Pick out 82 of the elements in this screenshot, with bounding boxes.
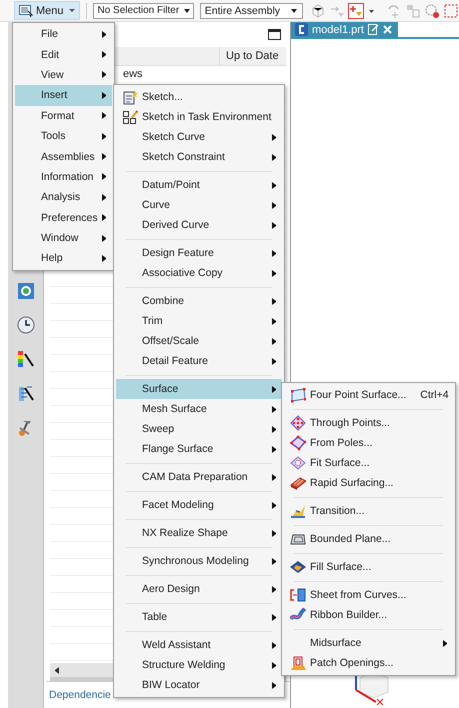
- menu-item[interactable]: Format: [15, 106, 112, 126]
- menu-item[interactable]: Design Feature: [116, 243, 282, 263]
- menu-item[interactable]: Structure Welding: [116, 655, 282, 675]
- menu-item[interactable]: Synchronous Modeling: [116, 551, 282, 571]
- maximize-icon[interactable]: [268, 29, 281, 40]
- menu-item[interactable]: Sweep: [116, 419, 282, 439]
- menu-list-icon: [19, 4, 33, 16]
- menu-item[interactable]: Mesh Surface: [116, 399, 282, 419]
- fill-surface-icon: [290, 559, 306, 575]
- selection-filter-dropdown[interactable]: No Selection Filter: [92, 2, 194, 18]
- caret-icon: [68, 9, 75, 12]
- menu-item[interactable]: NX Realize Shape: [116, 523, 282, 543]
- scroll-left-icon[interactable]: [55, 666, 59, 674]
- menu-item[interactable]: Datum/Point: [116, 175, 282, 195]
- spectrum-wand-icon[interactable]: [16, 350, 34, 368]
- menu-item[interactable]: Table: [116, 607, 282, 627]
- ribbon-icon: [290, 607, 306, 623]
- patch-icon: [290, 655, 306, 671]
- document-tab[interactable]: model1.prt: [291, 22, 398, 37]
- menu-item[interactable]: CAM Data Preparation: [116, 467, 282, 487]
- menu-item[interactable]: Assemblies: [15, 146, 112, 167]
- fit-surface-icon: [290, 455, 306, 471]
- bracket-sheet-icon: [290, 587, 306, 603]
- layers-wand-icon[interactable]: [16, 384, 34, 402]
- transition-surface-icon: [290, 503, 306, 519]
- menu-item[interactable]: Rapid Surfacing...: [284, 473, 453, 493]
- menu-item[interactable]: Fill Surface...: [284, 557, 453, 577]
- menu-item[interactable]: Fit Surface...: [284, 453, 453, 473]
- menu-item[interactable]: Aero Design: [116, 579, 282, 599]
- document-edit-icon[interactable]: [368, 24, 379, 35]
- menu-item[interactable]: Bounded Plane...: [284, 529, 453, 549]
- grid-pencil-icon: [122, 109, 138, 125]
- brick-surface-icon: [290, 475, 306, 491]
- menu-item[interactable]: BIW Locator: [116, 675, 282, 695]
- menu-item[interactable]: Facet Modeling: [116, 495, 282, 515]
- menu-button[interactable]: Menu: [14, 1, 80, 20]
- menu-item[interactable]: Sketch...: [116, 87, 282, 107]
- menu-item[interactable]: Curve: [116, 195, 282, 215]
- cube-stack-icon[interactable]: [310, 2, 326, 18]
- quad-patch-icon: [290, 387, 306, 403]
- menu-item[interactable]: Through Points...: [284, 413, 453, 433]
- close-icon[interactable]: [382, 25, 392, 34]
- menu-item[interactable]: Offset/Scale: [116, 331, 282, 351]
- menu-item[interactable]: Analysis: [15, 187, 112, 208]
- menu-item[interactable]: Trim: [116, 311, 282, 331]
- menu-item[interactable]: Sheet from Curves...: [284, 585, 453, 605]
- part-navigator-icon[interactable]: [16, 282, 34, 300]
- menu-item[interactable]: View: [15, 64, 112, 86]
- assembly-scope-dropdown[interactable]: Entire Assembly: [200, 2, 303, 18]
- snap-point-icon[interactable]: [348, 2, 364, 18]
- menu-item[interactable]: Window: [15, 228, 112, 248]
- menu-item[interactable]: Tools: [15, 126, 112, 146]
- target-circle-icon[interactable]: [424, 2, 440, 18]
- menu-item[interactable]: Sketch Constraint: [116, 147, 282, 167]
- menu-item[interactable]: Insert: [15, 85, 112, 106]
- menu-item[interactable]: Sketch in Task Environment: [116, 107, 282, 127]
- menu-item[interactable]: Surface: [116, 379, 282, 399]
- panel-tab[interactable]: Dependencie: [49, 689, 111, 701]
- menu-item[interactable]: Edit: [15, 44, 112, 65]
- menu-item[interactable]: Derived Curve: [116, 215, 282, 235]
- menu-item[interactable]: Combine: [116, 291, 282, 311]
- menu-item[interactable]: From Poles...: [284, 433, 453, 453]
- menu-item[interactable]: Weld Assistant: [116, 635, 282, 655]
- menu-item[interactable]: Detail Feature: [116, 351, 282, 371]
- menu-item[interactable]: Associative Copy: [116, 263, 282, 283]
- menu-item[interactable]: File: [15, 24, 112, 44]
- sketch-sheet-icon: [122, 89, 138, 105]
- menu-item[interactable]: Preferences: [15, 208, 112, 228]
- menu-item[interactable]: Flange Surface: [116, 439, 282, 459]
- menu-item[interactable]: Help: [15, 248, 112, 269]
- menu-item[interactable]: Midsurface: [284, 633, 453, 653]
- pole-surface-icon: [290, 435, 306, 451]
- menu-item[interactable]: Transition...: [284, 501, 453, 521]
- dashed-square-icon[interactable]: [443, 2, 459, 18]
- menu-item[interactable]: Ribbon Builder...: [284, 605, 453, 625]
- menu-item[interactable]: Sketch Curve: [116, 127, 282, 147]
- point-grid-surface-icon: [290, 415, 306, 431]
- menu-item[interactable]: Information: [15, 166, 112, 188]
- menu-item[interactable]: Patch Openings...: [284, 653, 453, 673]
- menu-item[interactable]: Four Point Surface... Ctrl+4: [284, 385, 453, 405]
- clock-icon[interactable]: [16, 316, 34, 334]
- tree-cell[interactable]: ews: [123, 68, 143, 80]
